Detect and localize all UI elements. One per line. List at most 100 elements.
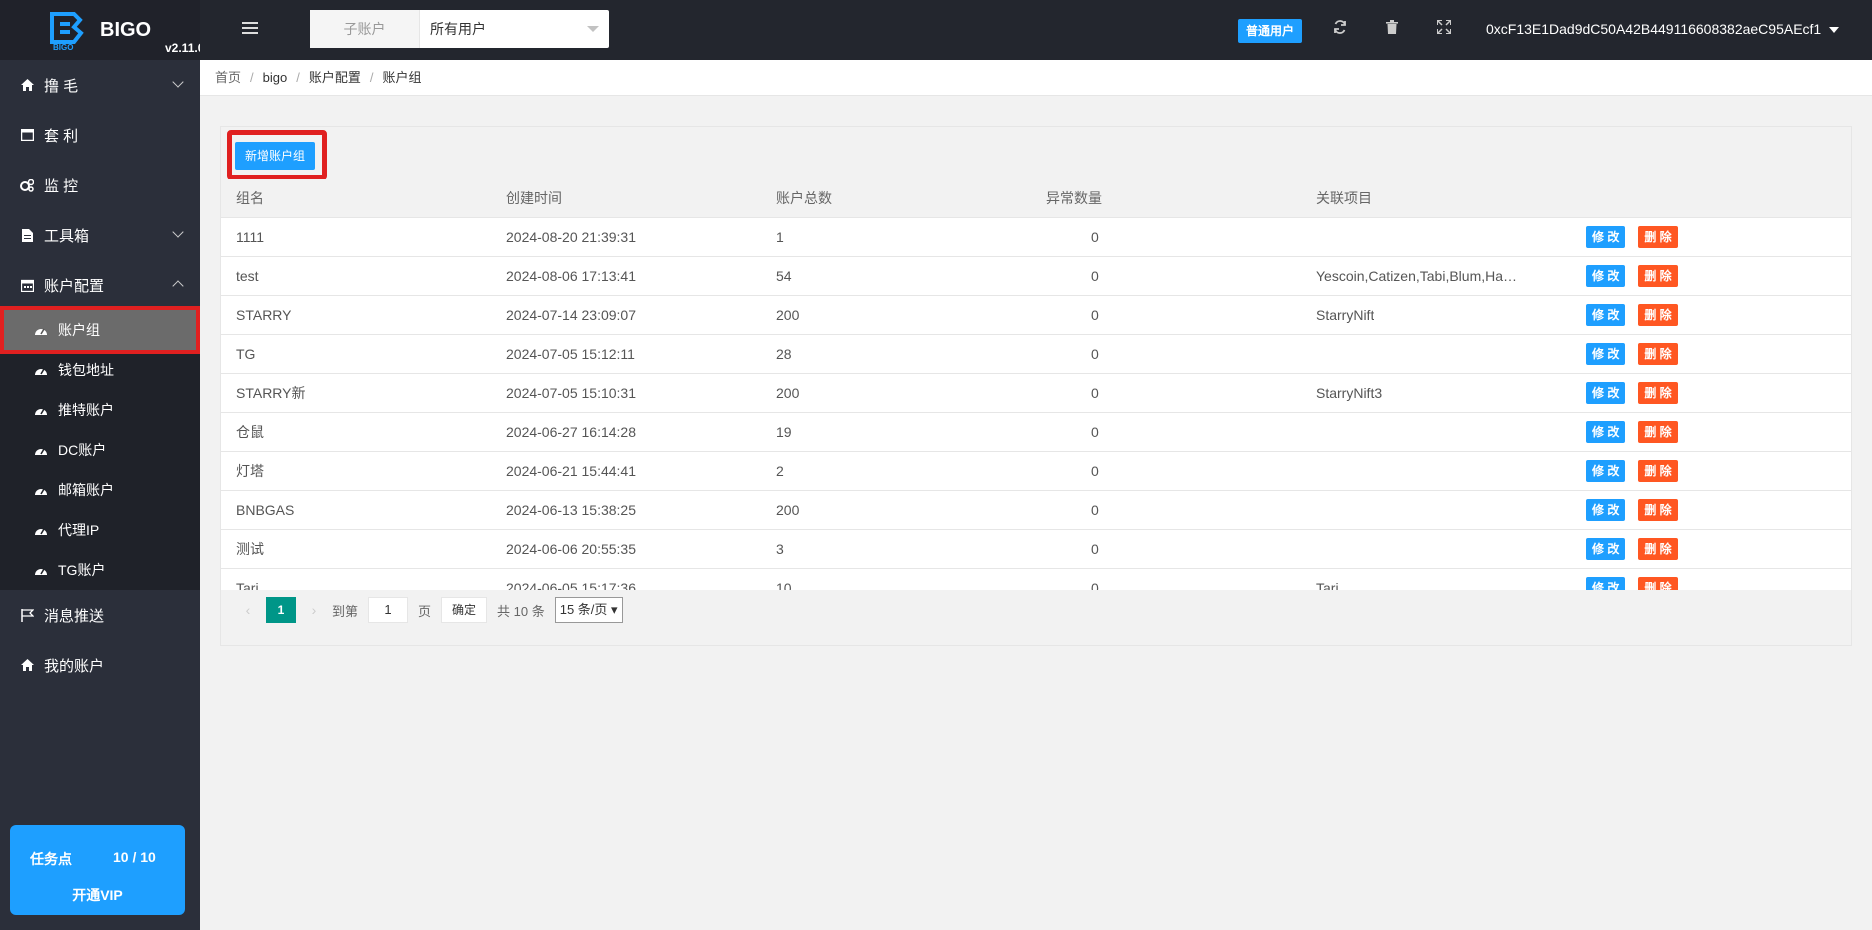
task-points-label: 任务点 [30,851,72,867]
breadcrumb-item[interactable]: bigo [263,70,288,85]
sidebar-subitem-label: TG账户 [58,562,106,578]
delete-button[interactable]: 删 除 [1638,225,1678,248]
next-page-icon[interactable]: › [302,602,326,618]
delete-button[interactable]: 删 除 [1638,537,1678,560]
breadcrumb-item-current: 账户组 [382,70,422,85]
table-row: 测试 2024-06-06 20:55:35 3 0 修 改删 除 [221,529,1851,569]
cell-actions: 修 改删 除 [1571,529,1851,569]
sidebar-item-account-config[interactable]: 账户配置 [0,260,200,310]
table-row: STARRY新 2024-07-05 15:10:31 200 0 Starry… [221,373,1851,413]
dashboard-icon [34,523,48,537]
sidebar-subitem-label: 账户组 [58,322,100,338]
delete-button[interactable]: 删 除 [1638,381,1678,404]
top-header: 子账户 所有用户 普通用户 0xcF13E1Dad9dC50A42B449116… [200,0,1872,60]
cell-abnormal: 0 [1031,451,1301,491]
cell-abnormal: 0 [1031,490,1301,530]
sidebar-item-lumao[interactable]: 撸 毛 [0,60,200,110]
delete-button[interactable]: 删 除 [1638,459,1678,482]
col-header-total: 账户总数 [761,179,1031,218]
sidebar-item-taoli[interactable]: 套 利 [0,110,200,160]
cell-created: 2024-07-05 15:12:11 [491,334,761,374]
delete-button[interactable]: 删 除 [1638,264,1678,287]
caret-down-icon [587,26,599,32]
delete-button[interactable]: 删 除 [1638,303,1678,326]
cell-created: 2024-08-06 17:13:41 [491,256,761,296]
sidebar-subitem-wallet[interactable]: 钱包地址 [0,350,200,390]
delete-button[interactable]: 删 除 [1638,342,1678,365]
sidebar-item-notifications[interactable]: 消息推送 [0,590,200,640]
table-row: 灯塔 2024-06-21 15:44:41 2 0 修 改删 除 [221,451,1851,491]
sidebar-subitem-proxy[interactable]: 代理IP [0,510,200,550]
total-count: 共 10 条 [497,603,545,619]
page-size-select[interactable]: 15 条/页 ▾ [554,597,623,623]
sidebar-item-my-account[interactable]: 我的账户 [0,640,200,690]
breadcrumb-item[interactable]: 首页 [215,70,241,85]
table-row: test 2024-08-06 17:13:41 54 0 Yescoin,Ca… [221,256,1851,296]
table-row: 仓鼠 2024-06-27 16:14:28 19 0 修 改删 除 [221,412,1851,452]
sidebar-subitem-twitter[interactable]: 推特账户 [0,390,200,430]
caret-down-icon [1829,27,1840,34]
sidebar-subitem-label: DC账户 [58,442,107,458]
user-level-badge[interactable]: 普通用户 [1238,19,1303,43]
sidebar-item-label: 消息推送 [44,607,105,625]
sub-account-label: 子账户 [310,10,420,48]
page-size-value: 15 条/页 [559,602,608,617]
gears-icon [20,178,34,192]
sidebar-item-label: 我的账户 [44,657,105,675]
cell-name: 灯塔 [221,451,491,491]
cell-project [1301,529,1571,569]
sub-account-value[interactable]: 所有用户 [420,10,609,48]
trash-icon[interactable] [1383,20,1401,38]
cell-actions: 修 改删 除 [1571,373,1851,413]
cell-actions: 修 改删 除 [1571,295,1851,335]
project-text: StarryNift [1316,307,1375,324]
edit-button[interactable]: 修 改 [1586,303,1626,326]
cell-created: 2024-07-14 23:09:07 [491,295,761,335]
sidebar-subitem-account-group[interactable]: 账户组 [0,306,200,354]
home-icon [20,78,34,92]
delete-button[interactable]: 删 除 [1638,498,1678,521]
goto-label: 到第 [332,603,359,619]
flag-icon [20,608,34,622]
menu-toggle-icon[interactable] [242,22,258,36]
sidebar-subitem-email[interactable]: 邮箱账户 [0,470,200,510]
account-group-table: 组名 创建时间 账户总数 异常数量 关联项目 1111 2024-08-20 2… [221,179,1851,608]
fullscreen-icon[interactable] [1435,19,1453,38]
sidebar-subitem-tg[interactable]: TG账户 [0,550,200,590]
add-account-group-button[interactable]: 新增账户组 [235,142,316,170]
wallet-address-menu[interactable]: 0xcF13E1Dad9dC50A42B449116608382aeC95AEc… [1486,21,1840,37]
edit-button[interactable]: 修 改 [1586,342,1626,365]
sidebar-subitem-dc[interactable]: DC账户 [0,430,200,470]
edit-button[interactable]: 修 改 [1586,420,1626,443]
breadcrumb: 首页 / bigo / 账户配置 / 账户组 [200,60,1872,96]
table-header-row: 组名 创建时间 账户总数 异常数量 关联项目 [221,179,1851,218]
edit-button[interactable]: 修 改 [1586,498,1626,521]
wallet-address: 0xcF13E1Dad9dC50A42B449116608382aeC95AEc… [1486,21,1822,37]
edit-button[interactable]: 修 改 [1586,225,1626,248]
sidebar-item-toolbox[interactable]: 工具箱 [0,210,200,260]
col-header-created: 创建时间 [491,179,761,218]
delete-button[interactable]: 删 除 [1638,420,1678,443]
edit-button[interactable]: 修 改 [1586,459,1626,482]
cell-name: 测试 [221,529,491,569]
sub-account-select[interactable]: 子账户 所有用户 [310,10,609,48]
dashboard-icon [34,323,48,337]
edit-button[interactable]: 修 改 [1586,381,1626,404]
goto-confirm-button[interactable]: 确定 [441,597,488,623]
edit-button[interactable]: 修 改 [1586,264,1626,287]
prev-page-icon[interactable]: ‹ [236,602,260,618]
vip-card[interactable]: 任务点 10 / 10 开通VIP [10,825,185,915]
edit-button[interactable]: 修 改 [1586,537,1626,560]
account-config-submenu: 账户组 钱包地址 推特账户 DC账户 邮箱账户 代理IP TG账户 [0,306,200,590]
sidebar-item-jiankong[interactable]: 监 控 [0,160,200,210]
current-page[interactable]: 1 [266,597,296,623]
open-vip-button[interactable]: 开通VIP [10,885,185,905]
table-row: STARRY 2024-07-14 23:09:07 200 0 StarryN… [221,295,1851,335]
cell-project: StarryNift3 [1301,373,1571,413]
cell-abnormal: 0 [1031,373,1301,413]
sidebar: BIGO BIGO v2.11.0 撸 毛 套 利 监 控 工具箱 账户配置 [0,0,200,930]
page-number-input[interactable]: 1 [368,597,409,623]
breadcrumb-item[interactable]: 账户配置 [309,70,361,85]
refresh-icon[interactable] [1331,20,1349,38]
page-unit-label: 页 [418,603,432,619]
